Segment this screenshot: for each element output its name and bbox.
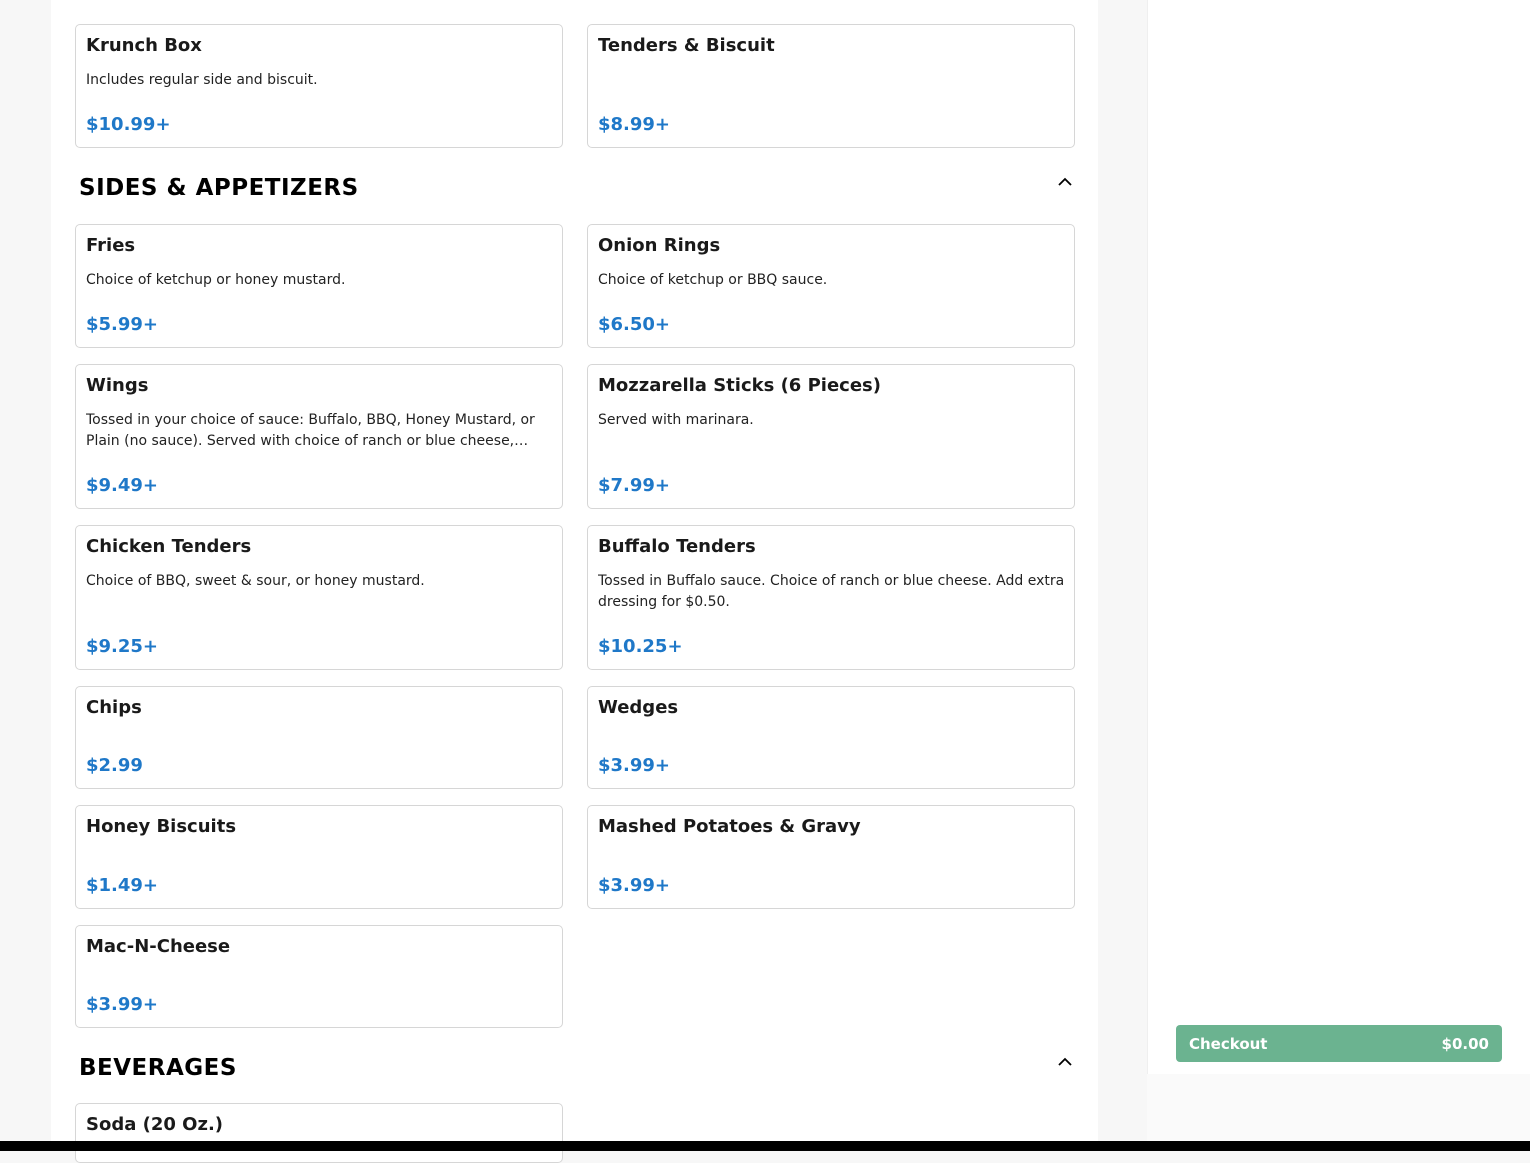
menu-item-card[interactable]: Soda (20 Oz.) — [75, 1103, 563, 1163]
item-price: $8.99+ — [598, 114, 671, 135]
cart-total: $0.00 — [1441, 1034, 1489, 1053]
menu-item-card[interactable]: Krunch Box Includes regular side and bis… — [75, 24, 563, 148]
item-price: $3.99+ — [598, 875, 671, 896]
section-title-sides: SIDES & APPETIZERS — [79, 175, 359, 201]
menu-item-card[interactable]: Chips $2.99 — [75, 686, 563, 789]
item-name: Onion Rings — [598, 235, 721, 256]
item-name: Fries — [86, 235, 136, 256]
item-name: Mozzarella Sticks (6 Pieces) — [598, 375, 881, 396]
item-description: Served with marinara. — [598, 412, 754, 428]
item-price: $2.99 — [86, 755, 143, 776]
menu-item-card[interactable]: Onion Rings Choice of ketchup or BBQ sau… — [587, 224, 1075, 348]
menu-item-card[interactable]: Wings Tossed in your choice of sauce: Bu… — [75, 364, 563, 509]
item-description: Tossed in Buffalo sauce. Choice of ranch… — [598, 573, 1065, 610]
item-name: Buffalo Tenders — [598, 536, 756, 557]
item-price: $1.49+ — [86, 875, 159, 896]
menu-item-card[interactable]: Fries Choice of ketchup or honey mustard… — [75, 224, 563, 348]
item-price: $9.49+ — [86, 475, 159, 496]
bottom-bar — [0, 1141, 1530, 1151]
mid-gutter — [1098, 0, 1147, 1141]
item-name: Mashed Potatoes & Gravy — [598, 816, 861, 837]
item-name: Honey Biscuits — [86, 816, 237, 837]
item-name: Krunch Box — [86, 35, 202, 56]
menu-item-card[interactable]: Tenders & Biscuit $8.99+ — [587, 24, 1075, 148]
item-description: Includes regular side and biscuit. — [86, 72, 318, 88]
cart-panel — [1147, 0, 1530, 1074]
item-name: Mac-N-Cheese — [86, 936, 231, 957]
chevron-up-icon[interactable] — [1057, 1054, 1073, 1070]
item-description: Choice of ketchup or BBQ sauce. — [598, 272, 828, 288]
cart-panel-footer — [1147, 1074, 1530, 1141]
item-price: $10.99+ — [86, 114, 171, 135]
item-description: Choice of ketchup or honey mustard. — [86, 272, 346, 288]
item-name: Wings — [86, 375, 149, 396]
menu-item-card[interactable]: Buffalo Tenders Tossed in Buffalo sauce.… — [587, 525, 1075, 670]
menu-item-card[interactable]: Wedges $3.99+ — [587, 686, 1075, 789]
item-price: $6.50+ — [598, 314, 671, 335]
chevron-up-icon[interactable] — [1057, 174, 1073, 190]
left-gutter — [0, 0, 51, 1141]
checkout-button[interactable]: Checkout $0.00 — [1176, 1025, 1502, 1062]
menu-item-card[interactable]: Mozzarella Sticks (6 Pieces) Served with… — [587, 364, 1075, 509]
item-description: Choice of BBQ, sweet & sour, or honey mu… — [86, 573, 425, 589]
item-name: Soda (20 Oz.) — [86, 1114, 224, 1135]
item-price: $9.25+ — [86, 636, 159, 657]
checkout-label: Checkout — [1189, 1034, 1268, 1053]
item-price: $7.99+ — [598, 475, 671, 496]
item-name: Chips — [86, 697, 142, 718]
item-name: Chicken Tenders — [86, 536, 252, 557]
menu-item-card[interactable]: Chicken Tenders Choice of BBQ, sweet & s… — [75, 525, 563, 670]
item-name: Tenders & Biscuit — [598, 35, 775, 56]
section-title-beverages: BEVERAGES — [79, 1055, 237, 1081]
item-name: Wedges — [598, 697, 679, 718]
item-price: $3.99+ — [86, 994, 159, 1015]
item-description: Tossed in your choice of sauce: Buffalo,… — [86, 412, 535, 449]
item-price: $3.99+ — [598, 755, 671, 776]
menu-item-card[interactable]: Mashed Potatoes & Gravy $3.99+ — [587, 805, 1075, 909]
menu-item-card[interactable]: Mac-N-Cheese $3.99+ — [75, 925, 563, 1028]
item-price: $5.99+ — [86, 314, 159, 335]
item-price: $10.25+ — [598, 636, 683, 657]
menu-item-card[interactable]: Honey Biscuits $1.49+ — [75, 805, 563, 909]
